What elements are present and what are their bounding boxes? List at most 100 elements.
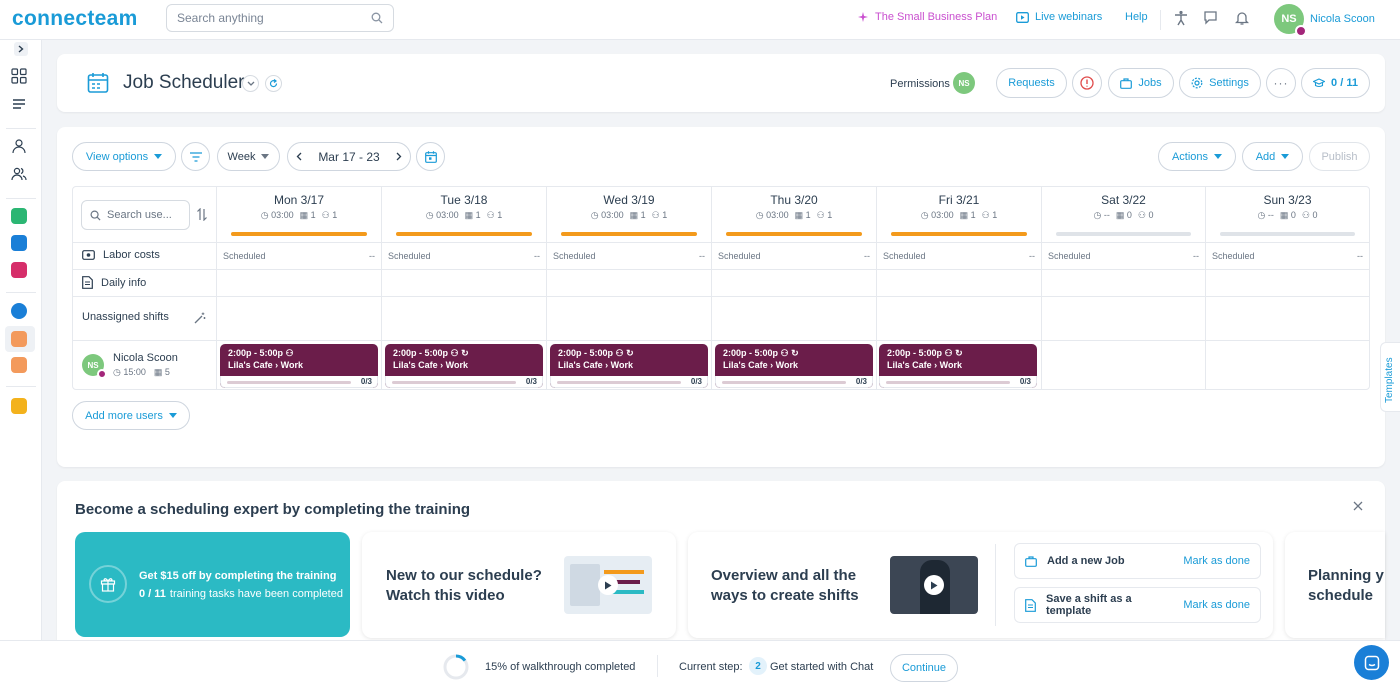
job-scheduler-icon[interactable] [11, 331, 27, 347]
user-icon[interactable] [11, 138, 29, 156]
shift-progress-text: 0/3 [690, 377, 702, 386]
calendar-picker-button[interactable] [416, 142, 445, 171]
shift-time: 2:00p - 5:00p ⚇ ↻ [723, 348, 799, 358]
close-icon[interactable] [1353, 501, 1363, 511]
time-clock-icon[interactable] [11, 303, 27, 319]
day-hours: ◷ -- [1257, 210, 1274, 220]
day-shifts: ▦ 1 [464, 210, 481, 220]
permissions-avatar[interactable]: NS [953, 72, 975, 94]
day-name: Mon 3/17 [273, 193, 325, 207]
day-shifts: ▦ 1 [794, 210, 811, 220]
shift-card[interactable]: 2:00p - 5:00p ⚇ ↻ Lila's Cafe › Work 0/3 [550, 344, 708, 388]
actions-dropdown[interactable]: Actions [1158, 142, 1236, 171]
mark-as-done-link[interactable]: Mark as done [1183, 599, 1250, 611]
scheduled-label: Scheduled [883, 251, 926, 261]
chat-icon[interactable] [1203, 10, 1219, 26]
refresh-icon[interactable] [265, 75, 282, 92]
day-header-thu[interactable]: Thu 3/20 ◷ 03:00 ▦ 1 ⚇ 1 [712, 187, 876, 243]
day-header-sun[interactable]: Sun 3/23 ◷ -- ▦ 0 ⚇ 0 [1206, 187, 1369, 243]
filter-button[interactable] [181, 142, 210, 171]
day-stats: ◷ -- ▦ 0 ⚇ 0 [1206, 210, 1369, 221]
plan-link[interactable]: The Small Business Plan [857, 11, 997, 23]
grid-line [73, 269, 1369, 270]
chat-app-icon[interactable] [11, 208, 27, 224]
scheduler-app-icon[interactable] [11, 357, 27, 373]
user-search-input[interactable]: Search use... [81, 200, 190, 230]
day-header-mon[interactable]: Mon 3/17 ◷ 03:00 ▦ 1 ⚇ 1 [217, 187, 381, 243]
caret-down-icon [1214, 154, 1223, 159]
apps-grid-icon[interactable] [11, 68, 29, 86]
period-dropdown[interactable]: Week [217, 142, 280, 171]
user-name[interactable]: Nicola Scoon [113, 352, 178, 364]
bell-icon[interactable] [1235, 10, 1249, 26]
video-thumbnail[interactable] [890, 556, 978, 614]
day-hours: ◷ 03:00 [260, 210, 294, 220]
menu-icon[interactable] [11, 96, 29, 114]
expand-nav-icon[interactable] [14, 42, 28, 56]
chevron-right-icon[interactable] [396, 152, 402, 161]
video-card-schedule[interactable]: New to our schedule? Watch this video [362, 532, 676, 638]
accessibility-icon[interactable] [1174, 10, 1188, 26]
updates-app-icon[interactable] [11, 235, 27, 251]
date-range-picker[interactable]: Mar 17 - 23 [287, 142, 411, 171]
requests-button[interactable]: Requests [996, 68, 1067, 98]
help-link[interactable]: Help [1125, 11, 1148, 23]
document-icon [1025, 598, 1036, 612]
unassigned-shifts-row-label[interactable]: Unassigned shifts [82, 311, 169, 323]
training-promo-card[interactable]: Get $15 off by completing the training 0… [75, 532, 350, 637]
day-shifts: ▦ 0 [1279, 210, 1296, 220]
user-search-placeholder: Search use... [107, 209, 172, 221]
task-add-new-job[interactable]: Add a new Job Mark as done [1014, 543, 1261, 579]
day-shifts: ▦ 0 [1115, 210, 1132, 220]
title-dropdown-icon[interactable] [242, 75, 259, 92]
app-logo[interactable]: connecteam [12, 7, 138, 31]
shift-card[interactable]: 2:00p - 5:00p ⚇ ↻ Lila's Cafe › Work 0/3 [715, 344, 873, 388]
view-options-dropdown[interactable]: View options [72, 142, 176, 171]
tasks-app-icon[interactable] [11, 398, 27, 414]
training-panel: Become a scheduling expert by completing… [57, 481, 1385, 651]
actions-label: Actions [1171, 150, 1209, 163]
templates-tab[interactable]: Templates [1380, 342, 1400, 412]
day-header-wed[interactable]: Wed 3/19 ◷ 03:00 ▦ 1 ⚇ 1 [547, 187, 711, 243]
more-icon: ··· [1273, 76, 1289, 90]
gift-icon [89, 565, 127, 603]
left-nav [0, 40, 42, 690]
shift-card[interactable]: 2:00p - 5:00p ⚇ ↻ Lila's Cafe › Work 0/3 [879, 344, 1037, 388]
continue-button[interactable]: Continue [890, 654, 958, 682]
global-search-input[interactable]: Search anything [166, 4, 394, 32]
chevron-left-icon[interactable] [296, 152, 302, 161]
play-icon[interactable] [924, 575, 944, 595]
labor-costs-row-label[interactable]: Labor costs [82, 249, 160, 261]
day-hours: ◷ 03:00 [920, 210, 954, 220]
task-save-shift-template[interactable]: Save a shift as a template Mark as done [1014, 587, 1261, 623]
forms-app-icon[interactable] [11, 262, 27, 278]
alert-button[interactable] [1072, 68, 1102, 98]
training-progress-button[interactable]: 0 / 11 [1301, 68, 1370, 98]
user-avatar[interactable]: NS [82, 354, 107, 379]
settings-button[interactable]: Settings [1179, 68, 1261, 98]
day-header-fri[interactable]: Fri 3/21 ◷ 03:00 ▦ 1 ⚇ 1 [877, 187, 1041, 243]
money-icon [82, 250, 95, 260]
publish-button[interactable]: Publish [1309, 142, 1370, 171]
play-icon[interactable] [598, 575, 618, 595]
shift-card[interactable]: 2:00p - 5:00p ⚇ ↻ Lila's Cafe › Work 0/3 [385, 344, 543, 388]
more-options-button[interactable]: ··· [1266, 68, 1296, 98]
shift-progress: 0/3 [879, 376, 1037, 388]
avatar-initials: NS [1281, 13, 1297, 25]
add-dropdown[interactable]: Add [1242, 142, 1303, 171]
daily-info-row-label[interactable]: Daily info [82, 276, 146, 289]
sort-icon[interactable] [197, 208, 207, 221]
day-header-tue[interactable]: Tue 3/18 ◷ 03:00 ▦ 1 ⚇ 1 [382, 187, 546, 243]
add-more-users-dropdown[interactable]: Add more users [72, 401, 190, 430]
magic-wand-icon[interactable] [194, 312, 206, 324]
users-icon[interactable] [11, 166, 29, 184]
day-header-sat[interactable]: Sat 3/22 ◷ -- ▦ 0 ⚇ 0 [1042, 187, 1205, 243]
shift-card[interactable]: 2:00p - 5:00p ⚇ Lila's Cafe › Work 0/3 [220, 344, 378, 388]
user-menu[interactable]: NS Nicola Scoon [1274, 4, 1375, 37]
video-card-planning[interactable]: Planning y schedule [1285, 532, 1385, 638]
webinars-link[interactable]: Live webinars [1016, 11, 1102, 23]
mark-as-done-link[interactable]: Mark as done [1183, 555, 1250, 567]
chat-launcher-button[interactable] [1354, 645, 1389, 680]
jobs-button[interactable]: Jobs [1108, 68, 1174, 98]
video-thumbnail[interactable] [564, 556, 652, 614]
